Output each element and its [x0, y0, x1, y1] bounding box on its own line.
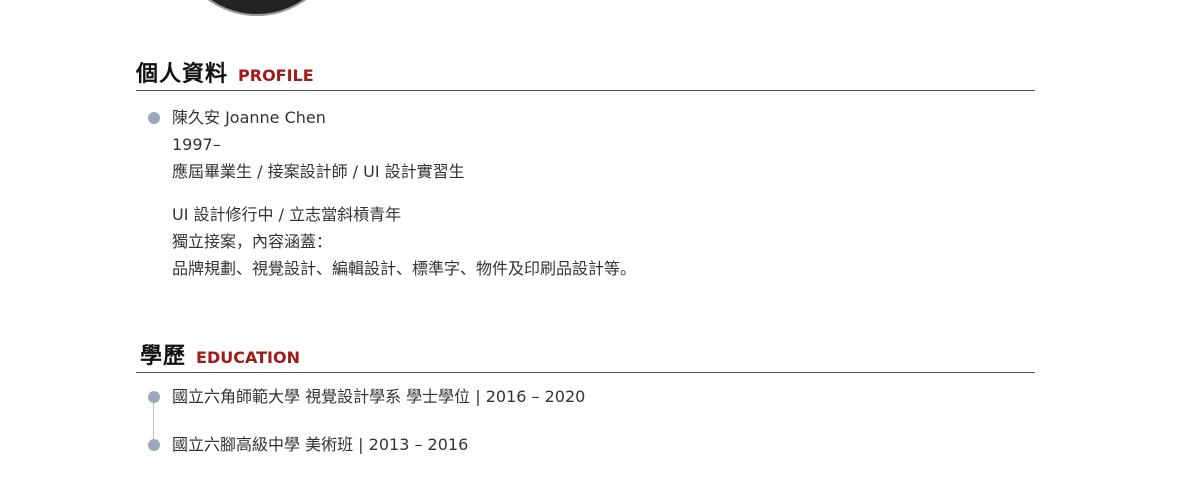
profile-title-zh: 個人資料 — [136, 62, 229, 87]
profile-header: 個人資料 PROFILE — [136, 56, 1035, 91]
education-item-text: 國立六角師範大學 視覺設計學系 學士學位 | 2016 – 2020 — [172, 387, 586, 406]
profile-title-en: PROFILE — [238, 66, 314, 85]
education-header: 學歷 EDUCATION — [136, 338, 1035, 373]
profile-section: 個人資料 PROFILE 陳久安 Joanne Chen 1997– 應屆畢業生… — [136, 56, 1035, 282]
bullet-dot-icon — [148, 439, 160, 451]
education-title-en: EDUCATION — [196, 348, 300, 367]
bullet-dot-icon — [148, 112, 160, 124]
profile-line: UI 設計修行中 / 立志當斜槓青年 — [172, 205, 402, 224]
bullet-dot-icon — [148, 391, 160, 403]
profile-line: 1997– — [172, 135, 221, 154]
profile-line: 陳久安 Joanne Chen — [172, 108, 326, 127]
education-list: 國立六角師範大學 視覺設計學系 學士學位 | 2016 – 2020 國立六腳高… — [136, 373, 1035, 469]
profile-line: 獨立接案，內容涵蓋： — [172, 232, 333, 251]
education-item-text: 國立六腳高級中學 美術班 | 2013 – 2016 — [172, 435, 469, 454]
profile-line: 品牌規劃、視覺設計、編輯設計、標準字、物件及印刷品設計等。 — [172, 259, 637, 278]
profile-body: 陳久安 Joanne Chen 1997– 應屆畢業生 / 接案設計師 / UI… — [136, 91, 1035, 282]
list-item: 國立六角師範大學 視覺設計學系 學士學位 | 2016 – 2020 — [148, 373, 1035, 421]
avatar — [174, 0, 340, 16]
list-item: 國立六腳高級中學 美術班 | 2013 – 2016 — [148, 421, 1035, 469]
education-title-zh: 學歷 — [140, 344, 187, 369]
profile-line: 應屆畢業生 / 接案設計師 / UI 設計實習生 — [172, 162, 465, 181]
education-section: 學歷 EDUCATION 國立六角師範大學 視覺設計學系 學士學位 | 2016… — [136, 338, 1035, 469]
timeline-line — [153, 397, 154, 445]
resume-page: 個人資料 PROFILE 陳久安 Joanne Chen 1997– 應屆畢業生… — [0, 0, 1188, 504]
